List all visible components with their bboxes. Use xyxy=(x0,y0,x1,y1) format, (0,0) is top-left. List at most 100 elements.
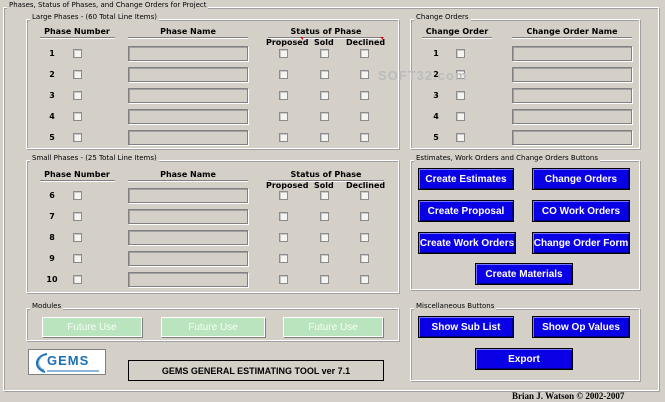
change-orders-legend: Change Orders xyxy=(414,13,471,21)
phase-name-field[interactable] xyxy=(128,109,248,124)
show-op-values-button[interactable]: Show Op Values xyxy=(532,316,630,338)
co-col-change-order: Change Order xyxy=(425,27,489,36)
phase-select-checkbox[interactable] xyxy=(73,191,82,200)
phase-name-field[interactable] xyxy=(128,88,248,103)
change-order-name-field[interactable] xyxy=(512,46,632,61)
phase-select-checkbox[interactable] xyxy=(73,254,82,263)
create-proposal-button[interactable]: Create Proposal xyxy=(418,200,514,222)
show-sub-list-button[interactable]: Show Sub List xyxy=(418,316,514,338)
phase-select-checkbox[interactable] xyxy=(73,91,82,100)
status-proposed-checkbox[interactable] xyxy=(279,233,288,242)
status-declined-checkbox[interactable] xyxy=(360,133,369,142)
comment-marker xyxy=(380,37,383,40)
phase-select-checkbox[interactable] xyxy=(73,70,82,79)
status-proposed-checkbox[interactable] xyxy=(279,70,288,79)
status-proposed-checkbox[interactable] xyxy=(279,49,288,58)
phase-select-checkbox[interactable] xyxy=(73,112,82,121)
status-sold-checkbox[interactable] xyxy=(320,212,329,221)
future-use-button-1[interactable]: Future Use xyxy=(42,317,142,337)
change-order-checkbox[interactable] xyxy=(456,112,465,121)
status-sold-checkbox[interactable] xyxy=(320,233,329,242)
create-work-orders-button[interactable]: Create Work Orders xyxy=(418,232,516,254)
phase-name-field[interactable] xyxy=(128,230,248,245)
small-phases-legend: Small Phases - (25 Total Line Items) xyxy=(30,154,159,162)
large-col-phase-name-line xyxy=(128,37,248,39)
phase-select-checkbox[interactable] xyxy=(73,49,82,58)
phase-select-checkbox[interactable] xyxy=(73,133,82,142)
status-sold-checkbox[interactable] xyxy=(320,191,329,200)
change-order-checkbox[interactable] xyxy=(456,133,465,142)
phase-name-field[interactable] xyxy=(128,209,248,224)
status-declined-checkbox[interactable] xyxy=(360,275,369,284)
status-declined-checkbox[interactable] xyxy=(360,191,369,200)
future-use-button-2[interactable]: Future Use xyxy=(161,317,265,337)
phase-name-field[interactable] xyxy=(128,67,248,82)
comment-marker xyxy=(300,37,303,40)
change-order-name-field[interactable] xyxy=(512,130,632,145)
change-order-number: 5 xyxy=(433,133,439,142)
phase-select-checkbox[interactable] xyxy=(73,275,82,284)
gems-logo-text: GEMS xyxy=(47,353,90,368)
status-sold-checkbox[interactable] xyxy=(320,70,329,79)
create-estimates-button[interactable]: Create Estimates xyxy=(418,168,514,190)
status-declined-checkbox[interactable] xyxy=(360,112,369,121)
status-declined-checkbox[interactable] xyxy=(360,70,369,79)
tool-name: GEMS GENERAL ESTIMATING TOOL ver 7.1 xyxy=(161,365,351,376)
small-status-sold: Sold xyxy=(314,181,334,190)
status-declined-checkbox[interactable] xyxy=(360,254,369,263)
large-col-phase-number: Phase Number xyxy=(44,27,110,36)
status-sold-checkbox[interactable] xyxy=(320,254,329,263)
change-order-number: 1 xyxy=(433,49,439,58)
co-work-orders-button[interactable]: CO Work Orders xyxy=(532,200,630,222)
status-declined-checkbox[interactable] xyxy=(360,233,369,242)
gems-logo: GEMS xyxy=(28,349,106,375)
phase-name-field[interactable] xyxy=(128,188,248,203)
status-sold-checkbox[interactable] xyxy=(320,133,329,142)
tool-name-box: GEMS GENERAL ESTIMATING TOOL ver 7.1 xyxy=(128,360,384,381)
phase-number: 6 xyxy=(49,191,55,200)
phase-name-field[interactable] xyxy=(128,130,248,145)
large-col-phase-number-line xyxy=(40,37,115,39)
co-col-change-order-name: Change Order Name xyxy=(526,27,618,36)
status-declined-checkbox[interactable] xyxy=(360,212,369,221)
phase-select-checkbox[interactable] xyxy=(73,233,82,242)
change-order-form-button[interactable]: Change Order Form xyxy=(532,232,630,254)
status-proposed-checkbox[interactable] xyxy=(279,91,288,100)
phase-name-field[interactable] xyxy=(128,251,248,266)
change-orders-button[interactable]: Change Orders xyxy=(532,168,630,190)
export-button[interactable]: Export xyxy=(475,348,573,370)
change-order-name-field[interactable] xyxy=(512,88,632,103)
status-sold-checkbox[interactable] xyxy=(320,91,329,100)
status-sold-checkbox[interactable] xyxy=(320,112,329,121)
status-declined-checkbox[interactable] xyxy=(360,91,369,100)
modules-legend: Modules xyxy=(30,302,64,310)
phase-number: 7 xyxy=(49,212,55,221)
create-materials-button[interactable]: Create Materials xyxy=(475,263,573,285)
future-use-button-3[interactable]: Future Use xyxy=(283,317,383,337)
status-proposed-checkbox[interactable] xyxy=(279,133,288,142)
status-sold-checkbox[interactable] xyxy=(320,275,329,284)
status-proposed-checkbox[interactable] xyxy=(279,191,288,200)
status-proposed-checkbox[interactable] xyxy=(279,212,288,221)
status-proposed-checkbox[interactable] xyxy=(279,112,288,121)
large-col-phase-name: Phase Name xyxy=(160,27,216,36)
phase-number: 2 xyxy=(49,70,55,79)
phase-number: 10 xyxy=(46,275,58,284)
status-sold-checkbox[interactable] xyxy=(320,49,329,58)
watermark: SOFT32.com xyxy=(378,68,468,83)
phase-number: 4 xyxy=(49,112,55,121)
phase-number: 3 xyxy=(49,91,55,100)
status-proposed-checkbox[interactable] xyxy=(279,275,288,284)
change-order-checkbox[interactable] xyxy=(456,49,465,58)
phase-name-field[interactable] xyxy=(128,46,248,61)
status-declined-checkbox[interactable] xyxy=(360,49,369,58)
change-order-checkbox[interactable] xyxy=(456,91,465,100)
change-order-name-field[interactable] xyxy=(512,109,632,124)
change-order-number: 3 xyxy=(433,91,439,100)
co-col-change-order-line xyxy=(422,37,492,39)
phase-name-field[interactable] xyxy=(128,272,248,287)
status-proposed-checkbox[interactable] xyxy=(279,254,288,263)
change-order-name-field[interactable] xyxy=(512,67,632,82)
small-col-phase-name-line xyxy=(128,180,248,182)
phase-select-checkbox[interactable] xyxy=(73,212,82,221)
